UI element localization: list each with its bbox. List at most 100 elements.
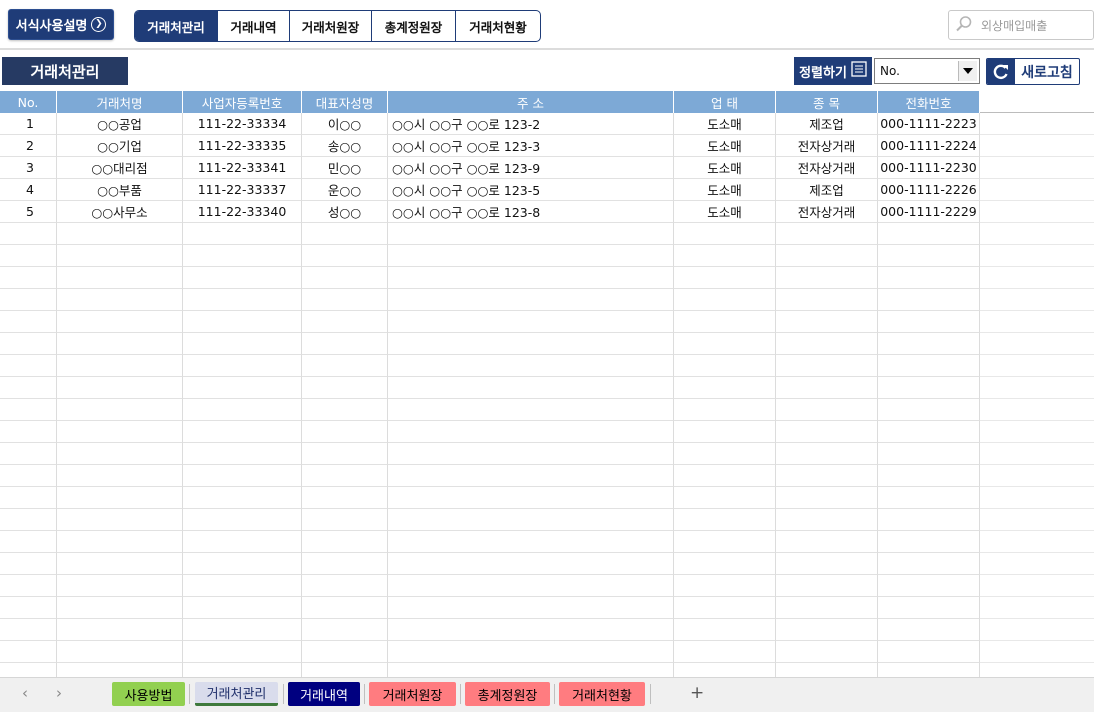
table-cell[interactable] [388, 641, 674, 663]
table-cell[interactable] [302, 267, 388, 289]
table-cell[interactable] [183, 531, 302, 553]
table-cell[interactable] [674, 597, 776, 619]
table-cell[interactable] [776, 553, 878, 575]
table-cell[interactable] [0, 355, 57, 377]
table-cell[interactable]: ○○공업 [57, 113, 183, 135]
table-cell[interactable]: 000-1111-2224 [878, 135, 980, 157]
table-cell[interactable] [57, 421, 183, 443]
table-cell[interactable] [57, 245, 183, 267]
table-cell[interactable] [302, 421, 388, 443]
table-row[interactable] [0, 421, 1094, 443]
table-cell[interactable] [388, 289, 674, 311]
table-row[interactable] [0, 377, 1094, 399]
table-cell[interactable] [0, 443, 57, 465]
table-cell[interactable]: 000-1111-2223 [878, 113, 980, 135]
table-cell[interactable] [302, 245, 388, 267]
table-cell[interactable] [388, 355, 674, 377]
tab-client-ledger[interactable]: 거래처원장 [289, 11, 371, 41]
table-cell[interactable] [183, 245, 302, 267]
table-cell[interactable] [388, 619, 674, 641]
chevron-left-icon[interactable]: ‹ [22, 684, 28, 702]
table-row[interactable] [0, 619, 1094, 641]
table-cell[interactable] [878, 443, 980, 465]
table-cell[interactable] [674, 421, 776, 443]
table-cell[interactable] [183, 597, 302, 619]
table-cell[interactable] [302, 289, 388, 311]
table-cell[interactable] [388, 597, 674, 619]
sheet-tab-transactions[interactable]: 거래내역 [288, 682, 360, 706]
table-cell[interactable] [0, 619, 57, 641]
table-cell[interactable] [776, 267, 878, 289]
table-cell[interactable] [183, 421, 302, 443]
table-cell[interactable]: 4 [0, 179, 57, 201]
table-cell[interactable] [57, 597, 183, 619]
sheet-tab-general-ledger[interactable]: 총계정원장 [465, 682, 550, 706]
table-row[interactable] [0, 223, 1094, 245]
table-cell[interactable] [674, 531, 776, 553]
table-cell[interactable] [776, 289, 878, 311]
table-cell[interactable]: ○○기업 [57, 135, 183, 157]
table-cell[interactable] [302, 311, 388, 333]
table-cell[interactable] [388, 377, 674, 399]
table-row[interactable]: 5 ○○사무소 111-22-33340 성○○ ○○시 ○○구 ○○로 123-8 도소… [0, 201, 1094, 223]
table-row[interactable] [0, 487, 1094, 509]
table-cell[interactable] [302, 223, 388, 245]
table-cell[interactable] [388, 267, 674, 289]
table-cell[interactable] [0, 245, 57, 267]
table-cell[interactable] [183, 355, 302, 377]
table-cell[interactable] [57, 267, 183, 289]
table-cell[interactable] [183, 641, 302, 663]
table-cell[interactable] [57, 399, 183, 421]
table-cell[interactable]: 5 [0, 201, 57, 223]
table-cell[interactable] [776, 465, 878, 487]
table-cell[interactable]: 민○○ [302, 157, 388, 179]
table-row[interactable] [0, 509, 1094, 531]
table-cell[interactable] [674, 399, 776, 421]
table-cell[interactable] [674, 553, 776, 575]
table-cell[interactable] [776, 619, 878, 641]
table-cell[interactable] [674, 377, 776, 399]
table-cell[interactable] [878, 509, 980, 531]
table-cell[interactable] [183, 399, 302, 421]
table-cell[interactable] [878, 333, 980, 355]
table-cell[interactable] [57, 311, 183, 333]
sheet-tab-client-status[interactable]: 거래처현황 [559, 682, 645, 706]
table-cell[interactable] [878, 487, 980, 509]
table-cell[interactable] [57, 553, 183, 575]
table-cell[interactable] [388, 333, 674, 355]
table-cell[interactable] [674, 641, 776, 663]
table-cell[interactable]: 성○○ [302, 201, 388, 223]
table-row[interactable] [0, 553, 1094, 575]
table-cell[interactable] [183, 553, 302, 575]
table-cell[interactable] [388, 575, 674, 597]
table-row[interactable] [0, 355, 1094, 377]
search-box[interactable]: 외상매입매출 [948, 10, 1094, 40]
table-cell[interactable] [388, 487, 674, 509]
table-cell[interactable]: 도소매 [674, 179, 776, 201]
table-cell[interactable] [388, 311, 674, 333]
table-cell[interactable]: ○○시 ○○구 ○○로 123-3 [388, 135, 674, 157]
table-cell[interactable] [302, 487, 388, 509]
table-cell[interactable] [776, 421, 878, 443]
table-cell[interactable] [878, 575, 980, 597]
table-cell[interactable] [302, 443, 388, 465]
table-cell[interactable] [776, 487, 878, 509]
table-cell[interactable] [183, 377, 302, 399]
table-cell[interactable] [674, 443, 776, 465]
table-cell[interactable]: 2 [0, 135, 57, 157]
dropdown-arrow-icon[interactable] [958, 61, 977, 81]
table-cell[interactable] [302, 641, 388, 663]
table-cell[interactable] [302, 355, 388, 377]
table-cell[interactable] [0, 553, 57, 575]
table-cell[interactable]: 송○○ [302, 135, 388, 157]
table-cell[interactable] [0, 509, 57, 531]
table-cell[interactable] [878, 465, 980, 487]
table-row[interactable] [0, 575, 1094, 597]
table-cell[interactable]: 전자상거래 [776, 201, 878, 223]
table-cell[interactable] [0, 487, 57, 509]
table-cell[interactable] [0, 575, 57, 597]
help-button[interactable]: 서식사용설명 ❯ [8, 9, 114, 40]
table-cell[interactable] [388, 509, 674, 531]
table-cell[interactable] [674, 223, 776, 245]
table-cell[interactable] [776, 443, 878, 465]
